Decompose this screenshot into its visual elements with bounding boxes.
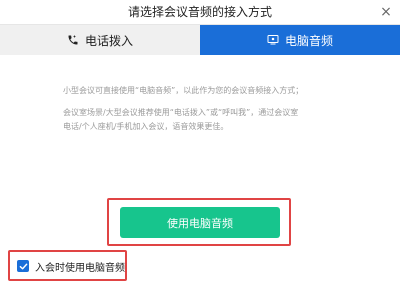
- tab-computer-label: 电脑音频: [284, 33, 333, 48]
- tab-computer-audio[interactable]: 电脑音频: [200, 25, 400, 55]
- audio-tabs: 电话拨入 电脑音频: [0, 25, 400, 55]
- phone-icon: [68, 35, 78, 45]
- description: 小型会议可直接使用“电脑音频”，以此作为您的会议音频接入方式； 会议室场景/大型…: [63, 84, 363, 142]
- tab-phone-label: 电话拨入: [84, 33, 133, 48]
- title-bar: 请选择会议音频的接入方式 ×: [0, 0, 400, 25]
- auto-computer-audio-checkbox[interactable]: 入会时使用电脑音频: [17, 259, 125, 274]
- description-line-1: 小型会议可直接使用“电脑音频”，以此作为您的会议音频接入方式；: [63, 86, 304, 95]
- use-computer-audio-button[interactable]: 使用电脑音频: [120, 207, 280, 238]
- description-line-2a: 会议室场景/大型会议推荐使用“电话拨入”或“呼叫我”，通过会议室: [63, 108, 299, 117]
- tab-phone-dial-in[interactable]: 电话拨入: [0, 25, 200, 55]
- description-line-2: 会议室场景/大型会议推荐使用“电话拨入”或“呼叫我”，通过会议室 电话/个人座机…: [63, 106, 363, 134]
- checkbox-label: 入会时使用电脑音频: [35, 262, 125, 274]
- description-line-2b: 电话/个人座机/手机加入会议，语音效果更佳。: [63, 122, 229, 131]
- close-icon[interactable]: ×: [378, 4, 394, 20]
- computer-icon: [267, 35, 279, 45]
- dialog-title: 请选择会议音频的接入方式: [127, 5, 272, 19]
- checkbox-checked-icon[interactable]: [17, 260, 29, 272]
